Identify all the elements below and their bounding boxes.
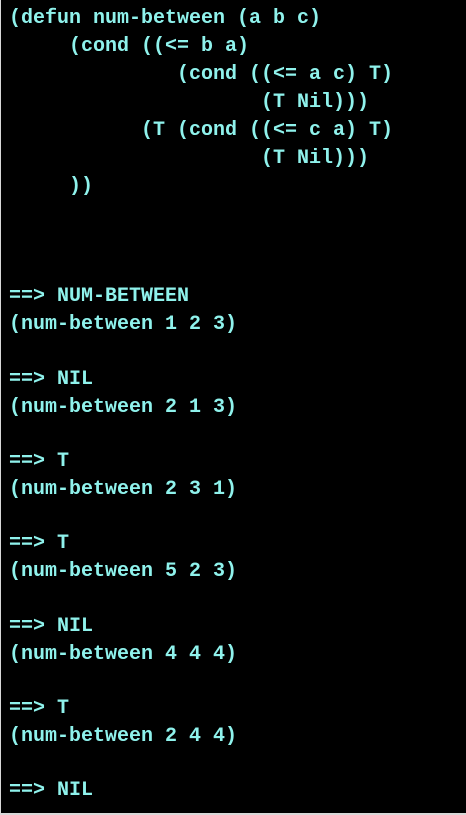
code-line: (cond ((<= b a) <box>9 35 250 58</box>
repl-result: ==> NIL <box>9 779 94 802</box>
repl-input: (num-between 5 2 3) <box>9 560 238 583</box>
lisp-console: (defun num-between (a b c) (cond ((<= b … <box>0 0 466 815</box>
repl-input: (num-between 2 4 4) <box>9 725 238 748</box>
code-line: (cond ((<= a c) T) <box>9 63 394 86</box>
code-line: (T Nil))) <box>9 91 370 114</box>
repl-input: (num-between 1 2 3) <box>9 313 238 336</box>
code-line: (defun num-between (a b c) <box>9 7 322 30</box>
repl-result: ==> NUM-BETWEEN <box>9 285 190 308</box>
code-line: (T (cond ((<= c a) T) <box>9 119 394 142</box>
code-line: (T Nil))) <box>9 147 370 170</box>
repl-result: ==> T <box>9 532 70 555</box>
repl-input: (num-between 2 1 3) <box>9 396 238 419</box>
repl-result: ==> NIL <box>9 615 94 638</box>
repl-result: ==> T <box>9 450 70 473</box>
repl-input: (num-between 2 3 1) <box>9 478 238 501</box>
repl-result: ==> T <box>9 697 70 720</box>
repl-result: ==> NIL <box>9 368 94 391</box>
code-line: )) <box>9 175 94 198</box>
repl-input: (num-between 4 4 4) <box>9 643 238 666</box>
